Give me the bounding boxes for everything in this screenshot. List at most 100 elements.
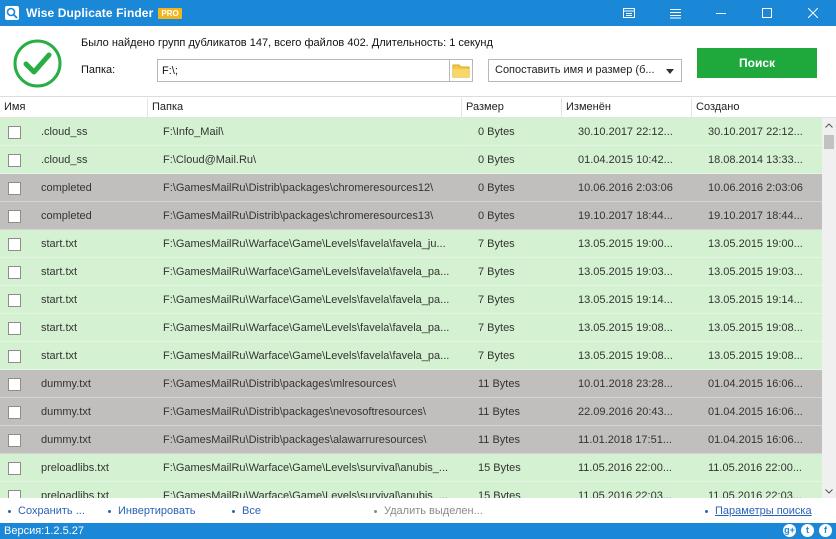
file-size: 0 Bytes <box>478 210 515 222</box>
table-row[interactable]: completed F:\GamesMailRu\Distrib\package… <box>0 202 822 230</box>
file-modified: 13.05.2015 19:14... <box>578 294 673 306</box>
file-name: .cloud_ss <box>41 126 88 138</box>
search-params-link[interactable]: Параметры поиска <box>705 505 812 517</box>
browse-folder-button[interactable] <box>450 59 473 82</box>
row-checkbox[interactable] <box>8 490 21 498</box>
scroll-up-icon[interactable] <box>822 118 836 132</box>
column-header-modified[interactable]: Изменён <box>562 98 692 118</box>
file-modified: 10.06.2016 2:03:06 <box>578 182 673 194</box>
vertical-scrollbar[interactable] <box>822 118 836 498</box>
google-plus-icon[interactable]: g+ <box>783 524 796 537</box>
file-size: 7 Bytes <box>478 294 515 306</box>
compare-mode-value: Сопоставить имя и размер (б... <box>495 64 655 76</box>
title-bar: Wise Duplicate Finder PRO <box>0 0 836 26</box>
file-created: 13.05.2015 19:00... <box>708 238 803 250</box>
file-created: 13.05.2015 19:03... <box>708 266 803 278</box>
file-created: 10.06.2016 2:03:06 <box>708 182 803 194</box>
table-row[interactable]: .cloud_ss F:\Cloud@Mail.Ru\ 0 Bytes 01.0… <box>0 146 822 174</box>
row-checkbox[interactable] <box>8 294 21 307</box>
scroll-down-icon[interactable] <box>822 484 836 498</box>
file-size: 7 Bytes <box>478 238 515 250</box>
table-row[interactable]: start.txt F:\GamesMailRu\Warface\Game\Le… <box>0 342 822 370</box>
search-panel: Было найдено групп дубликатов 147, всего… <box>0 26 836 97</box>
column-header-size[interactable]: Размер <box>462 98 562 118</box>
app-title: Wise Duplicate Finder <box>26 6 154 20</box>
row-checkbox[interactable] <box>8 210 21 223</box>
column-header-folder[interactable]: Папка <box>148 98 462 118</box>
row-checkbox[interactable] <box>8 322 21 335</box>
table-row[interactable]: preloadlibs.txt F:\GamesMailRu\Warface\G… <box>0 482 822 498</box>
menu-icon[interactable] <box>606 0 652 26</box>
file-folder: F:\GamesMailRu\Warface\Game\Levels\favel… <box>163 294 450 306</box>
file-created: 13.05.2015 19:08... <box>708 322 803 334</box>
save-link[interactable]: Сохранить ... <box>8 505 85 517</box>
row-checkbox[interactable] <box>8 350 21 363</box>
row-checkbox[interactable] <box>8 238 21 251</box>
table-row[interactable]: dummy.txt F:\GamesMailRu\Distrib\package… <box>0 370 822 398</box>
invert-link[interactable]: Инвертировать <box>108 505 195 517</box>
compare-mode-select[interactable]: Сопоставить имя и размер (б... <box>488 59 682 82</box>
file-folder: F:\GamesMailRu\Distrib\packages\chromere… <box>163 182 434 194</box>
file-name: dummy.txt <box>41 378 91 390</box>
file-folder: F:\GamesMailRu\Warface\Game\Levels\survi… <box>163 490 449 498</box>
facebook-icon[interactable]: f <box>819 524 832 537</box>
maximize-icon[interactable] <box>744 0 790 26</box>
file-name: completed <box>41 182 92 194</box>
folder-input[interactable] <box>157 59 450 82</box>
column-header-name[interactable]: Имя <box>0 98 148 118</box>
file-folder: F:\GamesMailRu\Distrib\packages\mlresour… <box>163 378 396 390</box>
file-modified: 19.10.2017 18:44... <box>578 210 673 222</box>
table-row[interactable]: dummy.txt F:\GamesMailRu\Distrib\package… <box>0 398 822 426</box>
table-row[interactable]: dummy.txt F:\GamesMailRu\Distrib\package… <box>0 426 822 454</box>
table-row[interactable]: start.txt F:\GamesMailRu\Warface\Game\Le… <box>0 314 822 342</box>
table-row[interactable]: start.txt F:\GamesMailRu\Warface\Game\Le… <box>0 286 822 314</box>
file-name: start.txt <box>41 322 78 334</box>
file-modified: 13.05.2015 19:08... <box>578 322 673 334</box>
delete-selected-link[interactable]: Удалить выделен... <box>374 505 483 517</box>
file-folder: F:\GamesMailRu\Distrib\packages\alawarru… <box>163 434 427 446</box>
row-checkbox[interactable] <box>8 266 21 279</box>
table-row[interactable]: start.txt F:\GamesMailRu\Warface\Game\Le… <box>0 258 822 286</box>
select-all-link[interactable]: Все <box>232 505 261 517</box>
file-size: 7 Bytes <box>478 350 515 362</box>
twitter-icon[interactable]: t <box>801 524 814 537</box>
table-row[interactable]: preloadlibs.txt F:\GamesMailRu\Warface\G… <box>0 454 822 482</box>
row-checkbox[interactable] <box>8 182 21 195</box>
file-created: 19.10.2017 18:44... <box>708 210 803 222</box>
column-header-created[interactable]: Создано <box>692 98 836 118</box>
file-modified: 13.05.2015 19:03... <box>578 266 673 278</box>
list-icon[interactable] <box>652 0 698 26</box>
row-checkbox[interactable] <box>8 378 21 391</box>
row-checkbox[interactable] <box>8 126 21 139</box>
close-icon[interactable] <box>790 0 836 26</box>
search-button[interactable]: Поиск <box>697 48 817 78</box>
file-created: 11.05.2016 22:00... <box>708 462 802 474</box>
file-modified: 01.04.2015 10:42... <box>578 154 673 166</box>
table-row[interactable]: completed F:\GamesMailRu\Distrib\package… <box>0 174 822 202</box>
table-row[interactable]: start.txt F:\GamesMailRu\Warface\Game\Le… <box>0 230 822 258</box>
file-size: 11 Bytes <box>478 378 520 390</box>
file-created: 13.05.2015 19:08... <box>708 350 803 362</box>
file-folder: F:\GamesMailRu\Warface\Game\Levels\survi… <box>163 462 449 474</box>
file-folder: F:\GamesMailRu\Warface\Game\Levels\favel… <box>163 266 450 278</box>
file-name: start.txt <box>41 350 78 362</box>
file-modified: 11.01.2018 17:51... <box>578 434 672 446</box>
file-size: 0 Bytes <box>478 154 515 166</box>
row-checkbox[interactable] <box>8 434 21 447</box>
scrollbar-thumb[interactable] <box>824 135 834 149</box>
folder-label: Папка: <box>81 64 116 76</box>
row-checkbox[interactable] <box>8 406 21 419</box>
file-size: 7 Bytes <box>478 266 515 278</box>
file-created: 30.10.2017 22:12... <box>708 126 803 138</box>
file-modified: 22.09.2016 20:43... <box>578 406 673 418</box>
row-checkbox[interactable] <box>8 462 21 475</box>
file-name: start.txt <box>41 238 78 250</box>
table-row[interactable]: .cloud_ss F:\Info_Mail\ 0 Bytes 30.10.20… <box>0 118 822 146</box>
row-checkbox[interactable] <box>8 154 21 167</box>
file-created: 01.04.2015 16:06... <box>708 434 803 446</box>
minimize-icon[interactable] <box>698 0 744 26</box>
file-size: 0 Bytes <box>478 182 515 194</box>
bullet-icon <box>8 509 11 513</box>
file-size: 11 Bytes <box>478 406 520 418</box>
file-name: preloadlibs.txt <box>41 490 109 498</box>
